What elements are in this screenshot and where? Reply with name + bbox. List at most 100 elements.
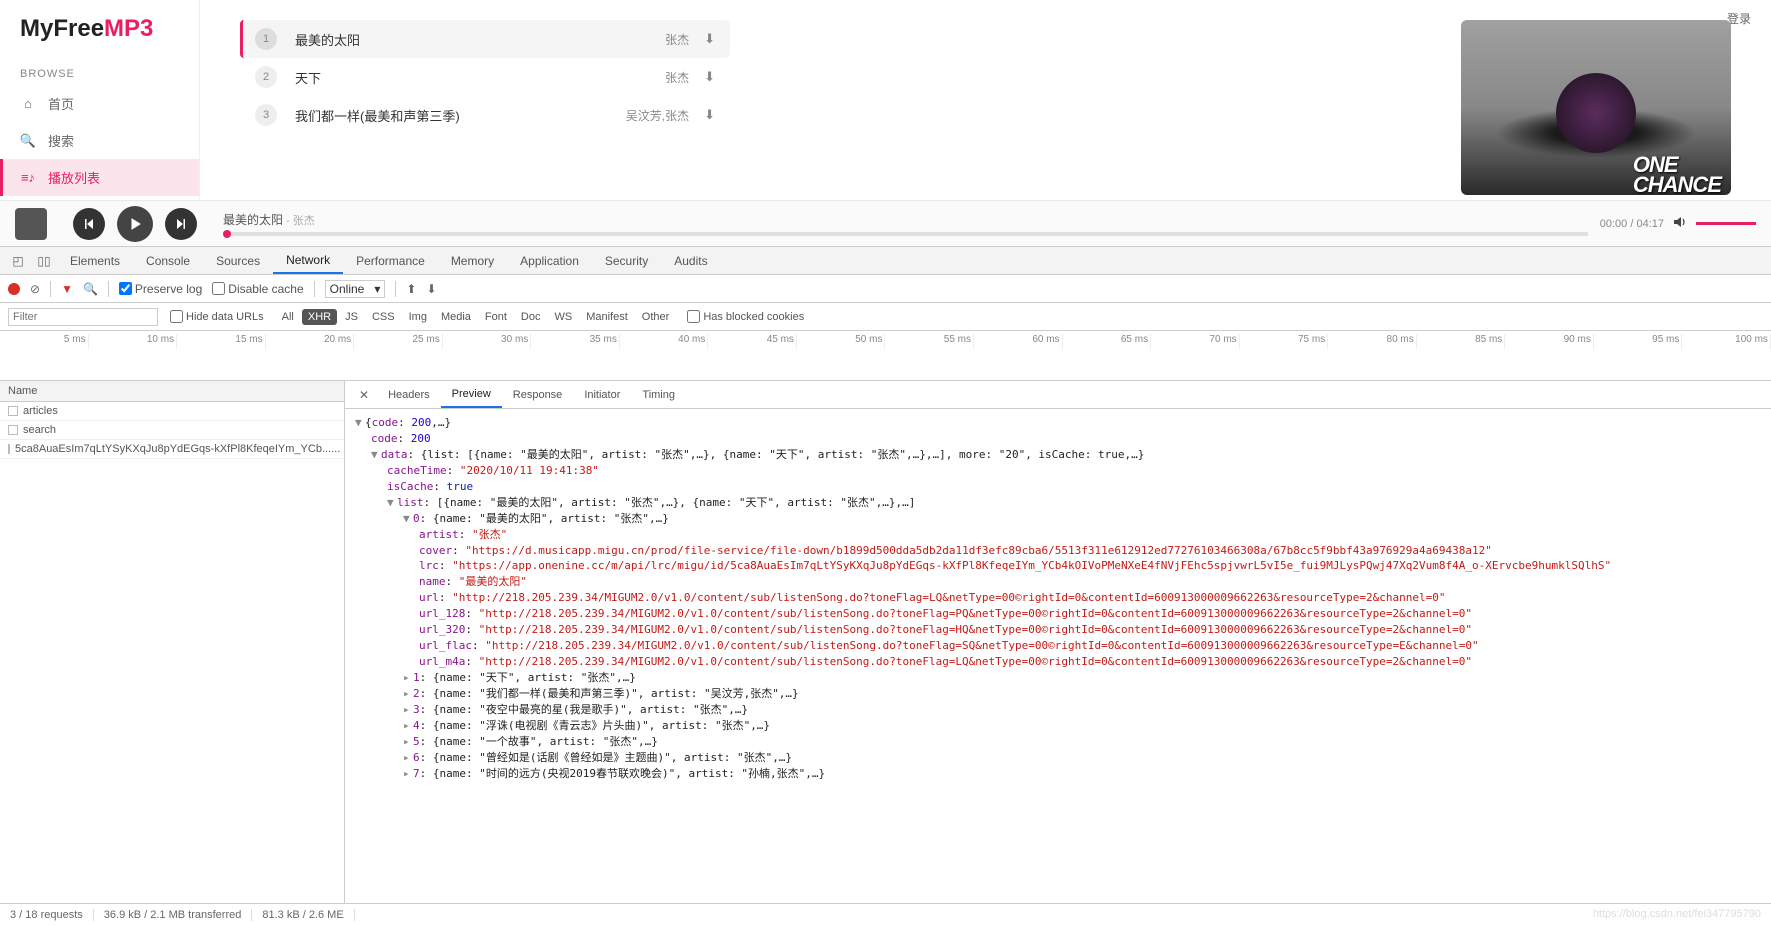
- song-artist: 张杰: [665, 69, 689, 86]
- search-icon: 🔍: [20, 133, 36, 149]
- throttling-select[interactable]: Online ▾: [325, 280, 386, 298]
- progress-bar[interactable]: [223, 232, 1588, 236]
- timeline-tick: 35 ms: [531, 334, 620, 349]
- prev-button[interactable]: [73, 208, 105, 240]
- detail-tabs: ✕ HeadersPreviewResponseInitiatorTiming: [345, 381, 1771, 409]
- search-icon[interactable]: 🔍: [83, 282, 98, 296]
- song-row[interactable]: 2 天下张杰 ⬇: [240, 58, 730, 96]
- device-icon[interactable]: ▯▯: [31, 254, 57, 268]
- devtools-tab-network[interactable]: Network: [273, 247, 343, 274]
- app-logo: MyFreeMP3: [0, 15, 199, 63]
- preserve-log-checkbox[interactable]: Preserve log: [119, 282, 202, 296]
- devtools-status-bar: 3 / 18 requests 36.9 kB / 2.1 MB transfe…: [0, 903, 1771, 925]
- timeline-tick: 100 ms: [1682, 334, 1771, 349]
- clear-button[interactable]: ⊘: [30, 282, 40, 296]
- filter-font[interactable]: Font: [479, 309, 513, 325]
- devtools-tab-sources[interactable]: Sources: [203, 247, 273, 274]
- devtools-tab-memory[interactable]: Memory: [438, 247, 507, 274]
- song-title: 天下: [295, 68, 665, 87]
- nav-label: 首页: [48, 94, 74, 113]
- song-row[interactable]: 1最美的太阳张杰⬇: [240, 20, 730, 58]
- inspect-icon[interactable]: ◰: [5, 254, 31, 268]
- devtools-tab-application[interactable]: Application: [507, 247, 592, 274]
- close-detail-button[interactable]: ✕: [351, 388, 377, 402]
- detail-tab-preview[interactable]: Preview: [441, 381, 502, 408]
- browse-label: BROWSE: [0, 63, 199, 85]
- timeline-tick: 15 ms: [177, 334, 266, 349]
- player-bar: 最美的太阳 - 张杰 00:00 / 04:17: [0, 200, 1771, 246]
- timeline-tick: 65 ms: [1063, 334, 1152, 349]
- sidebar: MyFreeMP3 BROWSE ⌂ 首页 🔍 搜索 ≡♪播放列表: [0, 0, 200, 200]
- detail-tab-initiator[interactable]: Initiator: [573, 381, 631, 408]
- devtools: ◰ ▯▯ ElementsConsoleSourcesNetworkPerfor…: [0, 246, 1771, 925]
- request-detail-panel: ✕ HeadersPreviewResponseInitiatorTiming …: [345, 381, 1771, 903]
- nav-首页[interactable]: ⌂ 首页: [0, 85, 199, 122]
- detail-tab-response[interactable]: Response: [502, 381, 574, 408]
- download-icon[interactable]: ⬇: [704, 69, 715, 85]
- filter-css[interactable]: CSS: [366, 309, 401, 325]
- network-timeline[interactable]: 5 ms10 ms15 ms20 ms25 ms30 ms35 ms40 ms4…: [0, 331, 1771, 381]
- volume-icon[interactable]: [1672, 214, 1688, 233]
- hide-data-urls-checkbox[interactable]: Hide data URLs: [170, 310, 264, 323]
- timeline-tick: 55 ms: [885, 334, 974, 349]
- volume-slider[interactable]: [1696, 222, 1756, 225]
- response-preview[interactable]: ▼{code: 200,…}code: 200▼data: {list: [{n…: [345, 409, 1771, 903]
- timeline-tick: 60 ms: [974, 334, 1063, 349]
- download-icon[interactable]: ⬇: [704, 31, 715, 47]
- song-row[interactable]: 3我们都一样(最美和声第三季)吴汶芳,张杰⬇: [240, 96, 730, 134]
- filter-media[interactable]: Media: [435, 309, 477, 325]
- devtools-tab-audits[interactable]: Audits: [661, 247, 720, 274]
- has-blocked-cookies-checkbox[interactable]: Has blocked cookies: [687, 310, 804, 323]
- filter-input[interactable]: [8, 308, 158, 326]
- download-icon[interactable]: ⬇: [426, 282, 436, 296]
- detail-tab-timing[interactable]: Timing: [631, 381, 686, 408]
- filter-ws[interactable]: WS: [548, 309, 578, 325]
- watermark: https://blog.csdn.net/fei347795790: [1593, 908, 1761, 920]
- file-icon: [8, 444, 10, 454]
- status-resources: 81.3 kB / 2.6 ME: [252, 909, 354, 921]
- record-button[interactable]: [8, 283, 20, 295]
- timeline-tick: 95 ms: [1594, 334, 1683, 349]
- devtools-tab-elements[interactable]: Elements: [57, 247, 133, 274]
- request-item[interactable]: 5ca8AuaEsIm7qLtYSyKXqJu8pYdEGqs-kXfPl8Kf…: [0, 440, 344, 459]
- nav-搜索[interactable]: 🔍 搜索: [0, 122, 199, 159]
- logo-right: MP3: [104, 15, 153, 42]
- filter-other[interactable]: Other: [636, 309, 676, 325]
- request-item[interactable]: search: [0, 421, 344, 440]
- nav-label: 搜索: [48, 131, 74, 150]
- status-requests: 3 / 18 requests: [0, 909, 94, 921]
- timeline-tick: 10 ms: [89, 334, 178, 349]
- devtools-tab-performance[interactable]: Performance: [343, 247, 438, 274]
- download-icon[interactable]: ⬇: [704, 107, 715, 123]
- disable-cache-checkbox[interactable]: Disable cache: [212, 282, 303, 296]
- playlist-icon: ≡♪: [20, 170, 36, 186]
- request-list: Name articlessearch5ca8AuaEsIm7qLtYSyKXq…: [0, 381, 345, 903]
- status-transferred: 36.9 kB / 2.1 MB transferred: [94, 909, 253, 921]
- play-button[interactable]: [117, 206, 153, 242]
- next-button[interactable]: [165, 208, 197, 240]
- devtools-tab-security[interactable]: Security: [592, 247, 661, 274]
- logo-left: MyFree: [20, 15, 104, 42]
- main-content: 登录 1最美的太阳张杰⬇2天下张杰⬇3我们都一样(最美和声第三季)吴汶芳,张杰⬇…: [200, 0, 1771, 200]
- timeline-tick: 45 ms: [708, 334, 797, 349]
- filter-manifest[interactable]: Manifest: [580, 309, 634, 325]
- filter-icon[interactable]: ▼: [61, 282, 73, 296]
- home-icon: ⌂: [20, 96, 36, 112]
- request-item[interactable]: articles: [0, 402, 344, 421]
- nav-播放列表[interactable]: ≡♪播放列表: [0, 159, 199, 196]
- playback-time: 00:00 / 04:17: [1600, 218, 1664, 230]
- upload-icon[interactable]: ⬆: [406, 282, 416, 296]
- track-info: 最美的太阳 - 张杰: [223, 211, 1588, 236]
- filter-all[interactable]: All: [276, 309, 300, 325]
- filter-xhr[interactable]: XHR: [302, 309, 337, 325]
- progress-handle[interactable]: [223, 230, 231, 238]
- song-title: 最美的太阳: [295, 30, 665, 49]
- detail-tab-headers[interactable]: Headers: [377, 381, 441, 408]
- song-number: 2: [255, 66, 277, 88]
- devtools-tab-console[interactable]: Console: [133, 247, 203, 274]
- player-album-art[interactable]: [15, 208, 47, 240]
- filter-js[interactable]: JS: [339, 309, 364, 325]
- filter-doc[interactable]: Doc: [515, 309, 547, 325]
- album-art: ONE CHANCE: [1461, 20, 1731, 195]
- filter-img[interactable]: Img: [403, 309, 433, 325]
